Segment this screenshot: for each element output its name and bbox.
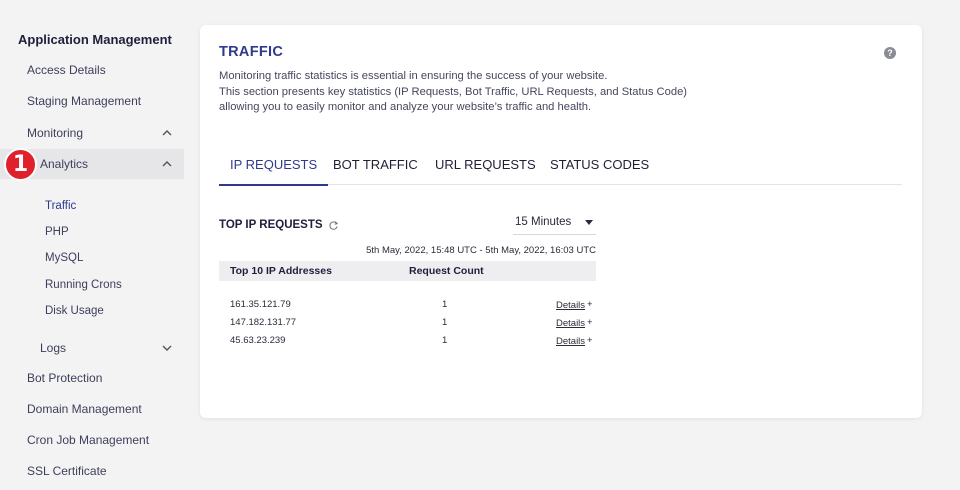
chevron-down-icon[interactable] bbox=[160, 341, 174, 355]
sidebar-item-label: Access Details bbox=[27, 63, 106, 77]
traffic-card: TRAFFIC ? Monitoring traffic statistics … bbox=[200, 25, 922, 418]
sidebar-item-bot-protection[interactable]: Bot Protection bbox=[0, 363, 184, 393]
table-header: Top 10 IP Addresses Request Count bbox=[219, 261, 596, 281]
details-link[interactable]: Details bbox=[556, 300, 585, 311]
page-description: Monitoring traffic statistics is essenti… bbox=[219, 69, 739, 116]
sidebar-item-staging-management[interactable]: Staging Management bbox=[0, 86, 184, 116]
tab-status-codes[interactable]: STATUS CODES bbox=[550, 157, 649, 185]
sidebar-item-label: Cron Job Management bbox=[27, 433, 150, 447]
sidebar-item-label: Monitoring bbox=[27, 126, 84, 140]
chevron-up-icon[interactable] bbox=[160, 126, 174, 140]
ip-address: 161.35.121.79 bbox=[230, 299, 291, 310]
table-row: 45.63.23.239 1 Details + bbox=[219, 333, 596, 351]
interval-select-value: 15 Minutes bbox=[515, 216, 572, 228]
section-title-label: TOP IP REQUESTS bbox=[219, 219, 323, 231]
sidebar-item-label: Logs bbox=[40, 341, 67, 355]
column-header-ip: Top 10 IP Addresses bbox=[230, 265, 332, 277]
tab-url-requests[interactable]: URL REQUESTS bbox=[435, 157, 536, 185]
time-range: 5th May, 2022, 15:48 UTC - 5th May, 2022… bbox=[366, 245, 596, 256]
section-title: TOP IP REQUESTS bbox=[219, 219, 339, 231]
table-row: 147.182.131.77 1 Details + bbox=[219, 315, 596, 333]
sidebar-subitem-php[interactable]: PHP bbox=[45, 226, 69, 238]
sidebar-title: Application Management bbox=[18, 32, 172, 47]
help-icon[interactable]: ? bbox=[884, 47, 896, 59]
request-count: 1 bbox=[442, 335, 448, 346]
column-header-count: Request Count bbox=[409, 265, 484, 277]
sidebar-item-ssl-certificate[interactable]: SSL Certificate bbox=[0, 456, 184, 486]
request-count: 1 bbox=[442, 299, 448, 310]
expand-plus-icon[interactable]: + bbox=[587, 299, 593, 310]
ip-address: 45.63.23.239 bbox=[230, 335, 286, 346]
sidebar-item-label: Analytics bbox=[40, 157, 89, 171]
caret-down-icon bbox=[585, 220, 593, 225]
request-count: 1 bbox=[442, 317, 448, 328]
tab-bot-traffic[interactable]: BOT TRAFFIC bbox=[333, 157, 418, 185]
sidebar-item-domain-management[interactable]: Domain Management bbox=[0, 394, 184, 424]
expand-plus-icon[interactable]: + bbox=[587, 335, 593, 346]
step-number-badge: 1 bbox=[4, 148, 37, 181]
ip-address: 147.182.131.77 bbox=[230, 317, 297, 328]
sidebar: Application Management Access Details St… bbox=[0, 0, 190, 490]
interval-select[interactable]: 15 Minutes bbox=[513, 211, 596, 235]
sidebar-item-label: Domain Management bbox=[27, 402, 142, 416]
details-link[interactable]: Details bbox=[556, 318, 585, 329]
expand-plus-icon[interactable]: + bbox=[587, 317, 593, 328]
sidebar-item-label: Staging Management bbox=[27, 94, 142, 108]
sidebar-subitem-running-crons[interactable]: Running Crons bbox=[45, 279, 122, 291]
tab-bar: IP REQUESTS BOT TRAFFIC URL REQUESTS STA… bbox=[219, 155, 902, 186]
sidebar-subitem-mysql[interactable]: MySQL bbox=[45, 252, 83, 264]
description-line: Monitoring traffic statistics is essenti… bbox=[219, 70, 608, 82]
page-title: TRAFFIC bbox=[219, 44, 284, 60]
sidebar-subitem-traffic[interactable]: Traffic bbox=[45, 200, 76, 212]
sidebar-item-label: Bot Protection bbox=[27, 371, 103, 385]
sidebar-item-logs[interactable]: Logs bbox=[0, 333, 184, 363]
chevron-up-icon[interactable] bbox=[160, 157, 174, 171]
sidebar-subitem-disk-usage[interactable]: Disk Usage bbox=[45, 305, 104, 317]
details-link[interactable]: Details bbox=[556, 336, 585, 347]
tab-ip-requests[interactable]: IP REQUESTS bbox=[219, 157, 329, 186]
sidebar-item-label: SSL Certificate bbox=[27, 464, 107, 478]
refresh-icon[interactable] bbox=[328, 220, 339, 231]
description-line: allowing you to easily monitor and analy… bbox=[219, 101, 592, 113]
sidebar-item-access-details[interactable]: Access Details bbox=[0, 55, 184, 85]
table-row: 161.35.121.79 1 Details + bbox=[219, 297, 596, 315]
description-line: This section presents key statistics (IP… bbox=[219, 85, 688, 98]
sidebar-item-cron-job-management[interactable]: Cron Job Management bbox=[0, 425, 184, 455]
sidebar-item-monitoring[interactable]: Monitoring bbox=[0, 118, 184, 148]
